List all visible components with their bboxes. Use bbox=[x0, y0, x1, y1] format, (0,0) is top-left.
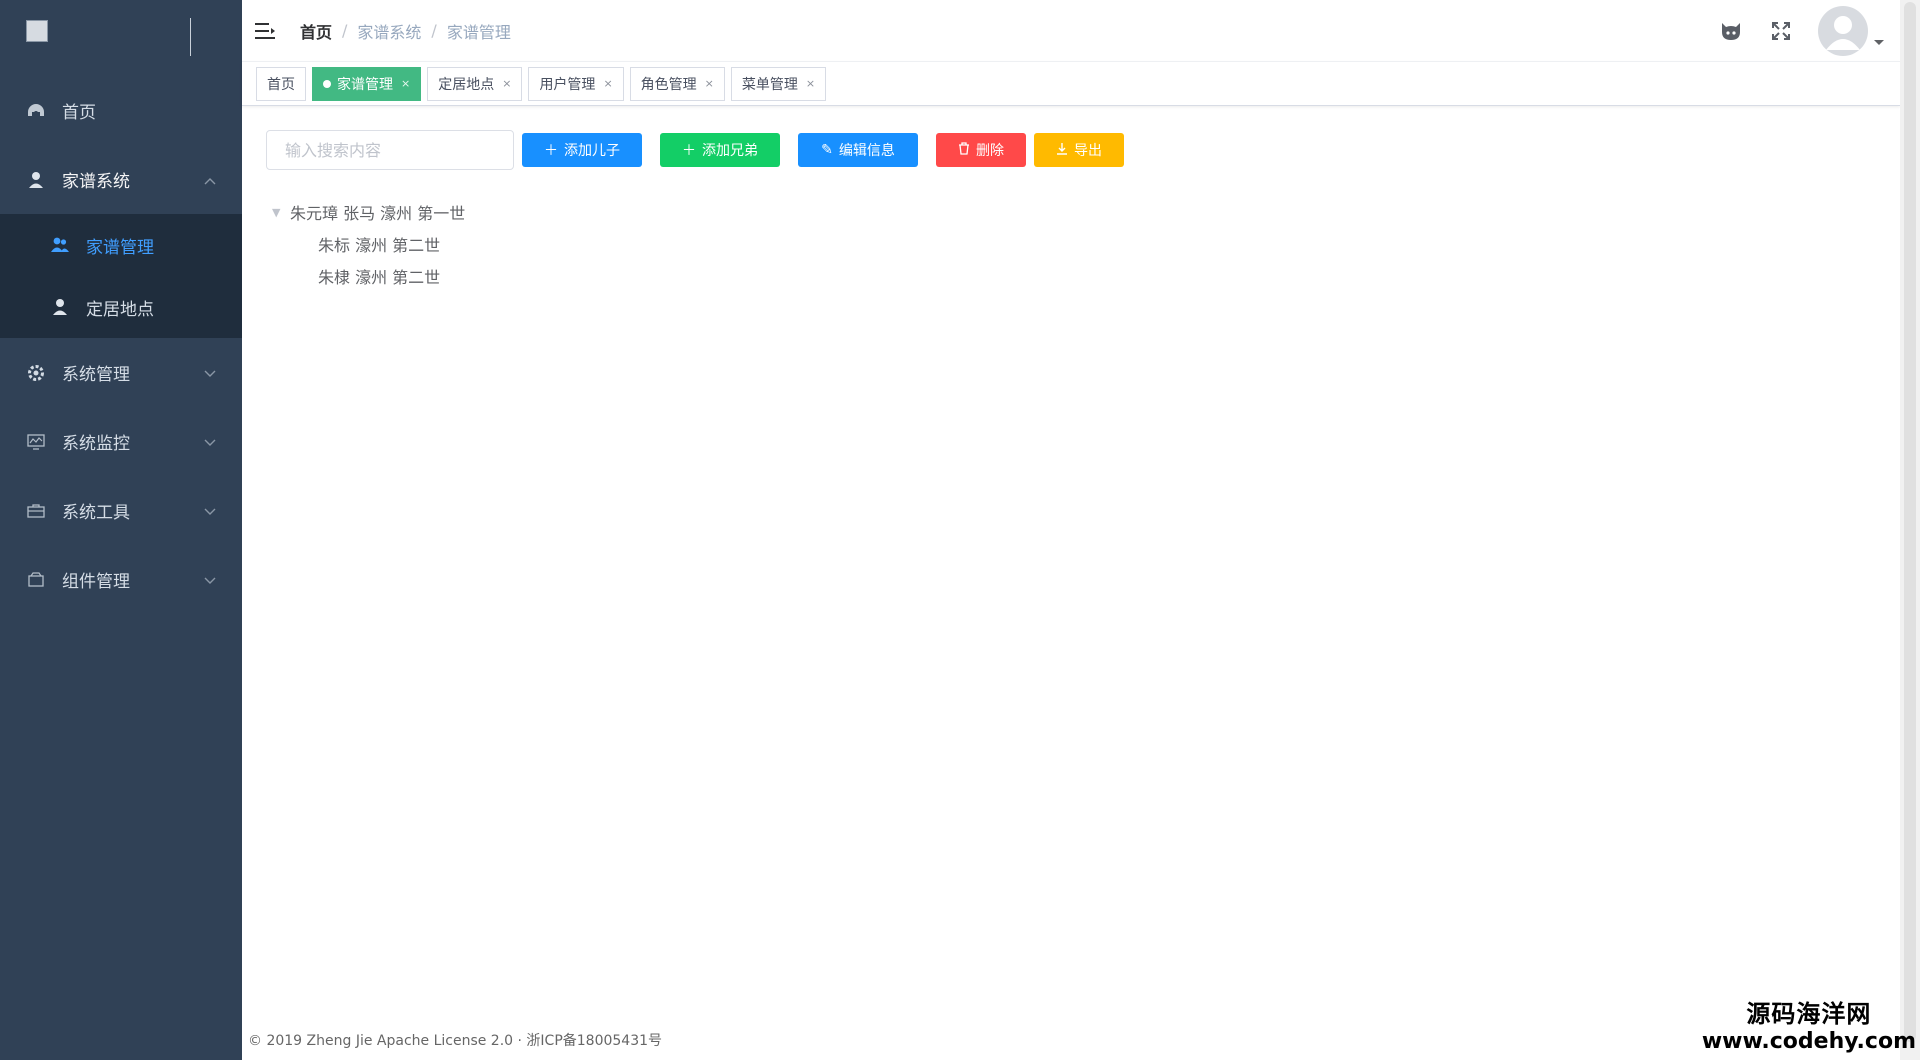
sidebar-item-label: 系统监控 bbox=[62, 434, 130, 454]
watermark-cn: 源码海洋网 bbox=[1746, 1000, 1872, 1028]
tag-role-management[interactable]: 角色管理 × bbox=[629, 66, 725, 101]
tool-icon bbox=[26, 501, 46, 521]
breadcrumb-home[interactable]: 首页 bbox=[300, 19, 332, 43]
navbar: 首页 / 家谱系统 / 家谱管理 bbox=[242, 0, 1900, 62]
tree-node-child[interactable]: 朱标 濠州 第二世 bbox=[272, 228, 465, 260]
location-person-icon bbox=[50, 297, 70, 317]
tag-user-management[interactable]: 用户管理 × bbox=[528, 66, 624, 101]
sidebar-item-label: 家谱系统 bbox=[62, 172, 130, 192]
logo-area bbox=[0, 0, 242, 76]
tag-label: 用户管理 bbox=[539, 76, 596, 93]
right-menu bbox=[1718, 0, 1884, 62]
active-dot-icon bbox=[323, 79, 331, 88]
delete-button[interactable]: 删除 bbox=[936, 133, 1026, 167]
monitor-icon bbox=[26, 432, 46, 452]
chevron-up-icon bbox=[204, 170, 216, 190]
breadcrumb-separator: / bbox=[342, 21, 348, 40]
trash-icon bbox=[958, 141, 970, 159]
export-button[interactable]: 导出 bbox=[1034, 133, 1124, 167]
edit-info-button[interactable]: ✎ 编辑信息 bbox=[798, 133, 918, 167]
sidebar-item-settlement-location[interactable]: 定居地点 bbox=[0, 276, 242, 338]
add-sibling-button[interactable]: ＋ 添加兄弟 bbox=[660, 133, 780, 167]
tag-genealogy-management[interactable]: 家谱管理 × bbox=[312, 66, 422, 101]
export-label: 导出 bbox=[1074, 143, 1102, 159]
main-area: 首页 / 家谱系统 / 家谱管理 首页 家谱管理 × 定居地点 × 用户管理 ×… bbox=[242, 0, 1900, 1060]
tag-label: 首页 bbox=[267, 76, 295, 93]
sidebar: 首页 家谱系统 家谱管理 定居地点 系统管理 系统监控 系统工具 组件管理 bbox=[0, 0, 242, 1060]
sidebar-item-system-tools[interactable]: 系统工具 bbox=[0, 476, 242, 545]
tag-label: 菜单管理 bbox=[741, 76, 798, 93]
close-icon[interactable]: × bbox=[603, 77, 612, 90]
sidebar-item-component-management[interactable]: 组件管理 bbox=[0, 545, 242, 614]
sidebar-item-label: 系统管理 bbox=[62, 365, 130, 385]
tree-node-child[interactable]: 朱棣 濠州 第二世 bbox=[272, 260, 465, 292]
chevron-down-icon bbox=[204, 570, 216, 590]
close-icon[interactable]: × bbox=[502, 77, 511, 90]
plus-icon: ＋ bbox=[682, 143, 696, 159]
dashboard-icon bbox=[26, 101, 46, 121]
plus-icon: ＋ bbox=[544, 143, 558, 159]
tree-node-label: 朱棣 濠州 第二世 bbox=[318, 268, 441, 287]
toolbar: ＋ 添加儿子 ＋ 添加兄弟 ✎ 编辑信息 删除 导出 bbox=[266, 130, 1142, 170]
tag-label: 定居地点 bbox=[438, 76, 495, 93]
edit-icon: ✎ bbox=[821, 142, 833, 158]
tag-home[interactable]: 首页 bbox=[256, 66, 306, 101]
edit-info-label: 编辑信息 bbox=[838, 143, 895, 159]
breadcrumb-level1: 家谱系统 bbox=[357, 22, 422, 42]
close-icon[interactable]: × bbox=[806, 77, 815, 90]
breadcrumb: 首页 / 家谱系统 / 家谱管理 bbox=[300, 19, 511, 43]
sidebar-item-label: 首页 bbox=[62, 103, 96, 123]
tree-node-label: 朱标 濠州 第二世 bbox=[318, 236, 441, 255]
sidebar-item-home[interactable]: 首页 bbox=[0, 76, 242, 145]
tag-settlement-location[interactable]: 定居地点 × bbox=[427, 66, 523, 101]
sidebar-item-system-management[interactable]: 系统管理 bbox=[0, 338, 242, 407]
search-input[interactable] bbox=[266, 130, 514, 170]
vertical-scrollbar[interactable] bbox=[1900, 0, 1920, 1060]
breadcrumb-level2: 家谱管理 bbox=[446, 22, 511, 42]
genealogy-tree: ▼ 朱元璋 张马 濠州 第一世 朱标 濠州 第二世 朱棣 濠州 第二世 bbox=[272, 196, 465, 292]
breadcrumb-separator: / bbox=[431, 21, 437, 40]
sidebar-item-label: 组件管理 bbox=[62, 572, 130, 592]
close-icon[interactable]: × bbox=[705, 77, 714, 90]
submenu-genealogy: 家谱管理 定居地点 bbox=[0, 214, 242, 338]
watermark-url: www.codehy.com bbox=[1701, 1029, 1916, 1054]
caret-down-icon[interactable]: ▼ bbox=[272, 206, 282, 219]
footer-copyright: © 2019 Zheng Jie Apache License 2.0 · 浙I… bbox=[248, 1033, 663, 1049]
download-icon bbox=[1056, 142, 1068, 159]
hamburger-icon[interactable] bbox=[254, 20, 276, 42]
tag-menu-management[interactable]: 菜单管理 × bbox=[730, 66, 827, 101]
delete-label: 删除 bbox=[976, 143, 1004, 159]
close-icon[interactable]: × bbox=[401, 77, 410, 90]
chevron-down-icon bbox=[204, 363, 216, 383]
tag-label: 家谱管理 bbox=[337, 76, 393, 93]
avatar[interactable] bbox=[1818, 6, 1868, 56]
sidebar-item-label: 系统工具 bbox=[62, 503, 130, 523]
sidebar-item-genealogy-management[interactable]: 家谱管理 bbox=[0, 214, 242, 276]
chevron-down-icon bbox=[204, 501, 216, 521]
caret-down-icon[interactable] bbox=[1874, 39, 1884, 45]
add-sibling-label: 添加兄弟 bbox=[702, 143, 758, 159]
sidebar-item-label: 家谱管理 bbox=[86, 237, 154, 258]
add-child-button[interactable]: ＋ 添加儿子 bbox=[522, 133, 642, 167]
gear-icon bbox=[26, 363, 46, 383]
tags-view: 首页 家谱管理 × 定居地点 × 用户管理 × 角色管理 × 菜单管理 × bbox=[242, 62, 1900, 106]
component-icon bbox=[26, 570, 46, 590]
chevron-down-icon bbox=[204, 432, 216, 452]
tree-node-root[interactable]: ▼ 朱元璋 张马 濠州 第一世 bbox=[272, 196, 465, 228]
people-icon bbox=[50, 235, 70, 255]
sidebar-item-label: 定居地点 bbox=[86, 299, 154, 320]
sidebar-item-genealogy-system[interactable]: 家谱系统 bbox=[0, 145, 242, 214]
sidebar-item-system-monitor[interactable]: 系统监控 bbox=[0, 407, 242, 476]
user-tree-icon bbox=[26, 170, 46, 190]
add-child-label: 添加儿子 bbox=[564, 143, 620, 159]
tag-label: 角色管理 bbox=[640, 76, 697, 93]
broken-logo-image bbox=[26, 20, 48, 42]
logo-divider bbox=[190, 18, 191, 56]
scrollbar-thumb[interactable] bbox=[1904, 2, 1916, 1042]
fullscreen-icon[interactable] bbox=[1768, 18, 1794, 44]
watermark: 源码海洋网 www.codehy.com bbox=[1702, 994, 1916, 1054]
github-icon[interactable] bbox=[1718, 18, 1744, 44]
tree-node-label: 朱元璋 张马 濠州 第一世 bbox=[290, 204, 466, 223]
